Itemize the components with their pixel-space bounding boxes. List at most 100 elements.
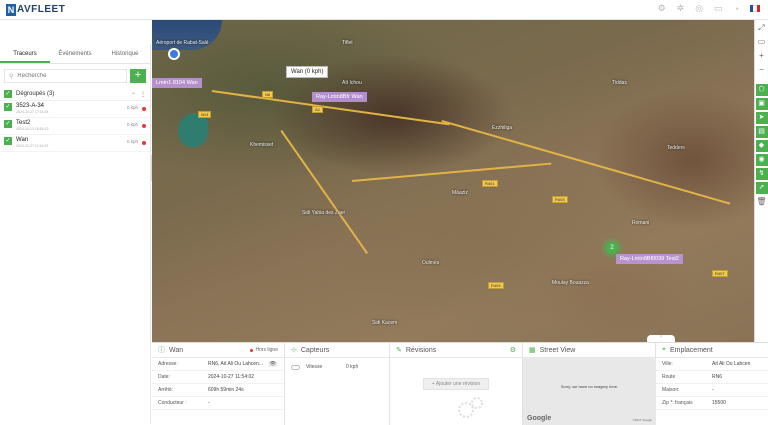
map-place-label: Aéroport de Rabat-Salé [156,40,209,46]
lake-area [178,113,208,147]
device-name: 3523-A-34 [16,103,45,109]
gear-icon[interactable]: ✲ [677,3,685,14]
detail-value: - [208,400,210,406]
sensor-row: Vitesse 0 kph [285,358,389,376]
collapse-icon[interactable]: − [131,91,135,98]
camera-icon[interactable]: ▣ [755,98,768,110]
device-speed: 0 kph [126,122,138,127]
device-speed: 0 kph [126,105,138,110]
poi-icon[interactable]: ◆ [755,140,768,152]
vehicle-marker-label[interactable]: Ray-Lmtn8Bfr Wan [312,92,367,102]
road-line [352,162,552,182]
street-view-image[interactable]: Sorry, we have no imagery here. Google ©… [523,358,656,425]
location-value: - [712,387,714,393]
device-row[interactable]: ✓ 3523-A-34 2024-10-27 17:01:24 0 kph [0,101,150,118]
top-bar: N AVFLEET ⚙ ✲ ◎ ▭ ◔ [0,0,768,20]
street-view-title: Street View [539,346,576,354]
map-place-label: Moulay Bouazza [552,280,589,286]
map-place-label: Sidi Kacem [372,320,398,326]
device-row[interactable]: ✓ Wan 2024-10-27 11:54:02 0 kph [0,135,150,152]
route-icon[interactable]: ↯ [755,168,768,180]
add-revision-button[interactable]: + Ajouter une révision [423,378,489,390]
location-key: Route [662,374,676,380]
location-panel-title: Emplacement [669,346,713,354]
sensor-icon: ⊹ [291,347,297,354]
add-tracker-button[interactable]: + [130,69,146,83]
offline-status-dot [142,124,146,128]
google-logo: Google [527,415,552,422]
bottom-panels: ⓘ Wan Hors ligne Adresse: RN6, Ait Ali O… [152,342,768,425]
map-place-label: Mâaziz [452,190,468,196]
share-icon[interactable]: ➚ [755,182,768,194]
device-name: Test2 [16,120,31,126]
offline-status-dot [142,107,146,111]
offline-status-dot [142,141,146,145]
account-icon[interactable]: ▭ [714,3,723,14]
tab-evenements[interactable]: Événements [50,44,100,63]
sensor-toggle[interactable] [291,364,300,370]
vehicle-marker-label[interactable]: Ray-Lmtn8Bf0099 Test2 [616,254,683,264]
layers-icon[interactable]: ▭ [756,36,768,48]
cluster-count: 2 [606,242,618,254]
copyright: ©2017 Google [632,418,652,422]
map-place-label: Oulmès [422,260,440,266]
device-checkbox[interactable]: ✓ [4,137,12,145]
settings-icon[interactable]: ⚙ [658,3,666,14]
delete-icon[interactable]: 🗑 [756,196,768,208]
vehicle-marker-label[interactable]: Lmtn1 8104 Wan [152,78,202,88]
settings-icon[interactable]: ⚙ [510,346,516,354]
tab-traceurs[interactable]: Traceurs [0,44,50,63]
logo-mark: N [6,3,16,16]
navigate-icon[interactable]: ➤ [755,112,768,124]
map-place-label: Sidi Yahia des Zaer [302,210,346,216]
group-label: Dégroupés (3) [16,91,55,97]
wrench-icon: ✎ [396,347,402,354]
map-place-label: Aït Ichou [342,80,362,86]
tab-historique[interactable]: Historique [100,44,150,63]
logo[interactable]: N AVFLEET [6,3,66,16]
offline-dot [250,348,254,352]
detail-row: Date: 2024-10-27 11:54:02 [152,371,284,384]
sensor-value: 0 kph [346,364,359,370]
logo-text: AVFLEET [17,4,66,15]
device-checkbox[interactable]: ✓ [4,120,12,128]
fullscreen-icon[interactable]: ⤢ [756,22,768,34]
language-flag-icon[interactable] [750,5,760,12]
more-icon[interactable]: ⋮ [140,91,146,98]
map-view[interactable]: Aéroport de Rabat-Salé Tiflet Khemisset … [152,20,754,342]
expand-panel-handle[interactable]: ⌃ [647,335,675,342]
search-input[interactable] [17,73,108,79]
vehicle-callout[interactable]: Wan (0 kph) [286,66,329,78]
location-icon[interactable]: ◉ [755,154,768,166]
detail-key: Conducteur : [158,400,187,406]
device-checkbox[interactable]: ✓ [4,103,12,111]
status-badge: Hors ligne [250,347,278,353]
location-value: Ait Ali Ou Lahcen [712,361,751,367]
location-value: 15500 [712,400,726,406]
sidebar: Traceurs Événements Historique ⚲ + ✓ Dég… [0,44,151,424]
zoom-in-icon[interactable]: + [756,50,768,62]
ruler-icon[interactable]: ▤ [755,126,768,138]
group-row[interactable]: ✓ Dégroupés (3) − ⋮ [0,88,150,101]
map-place-label: Ezzhiliga [492,125,513,131]
geofence-icon[interactable]: ⬡ [755,84,768,96]
revisions-panel: ✎ Révisions ⚙ + Ajouter une révision [390,343,523,425]
search-icon: ⚲ [9,73,14,80]
group-checkbox[interactable]: ✓ [4,90,12,98]
sensors-panel-title: Capteurs [300,346,330,354]
road-line [441,120,731,205]
device-time: 2024-10-27 17:01:24 [16,110,49,114]
help-icon[interactable]: ◎ [695,3,703,14]
street-view-message: Sorry, we have no imagery here. [560,384,619,389]
device-time: 2024-10-13 18:55:13 [16,127,49,131]
info-icon: ⓘ [158,347,165,354]
eye-icon[interactable]: 👁 [267,361,278,367]
notification-icon[interactable]: ◔ [734,4,739,14]
location-row: Ville: Ait Ali Ou Lahcen [656,358,768,371]
detail-key: Adresse: [158,361,178,367]
gears-icon [458,397,483,418]
map-toolbar: ⤢ ▭ + − ⬡ ▣ ➤ ▤ ◆ ◉ ↯ ➚ 🗑 [754,20,768,342]
zoom-out-icon[interactable]: − [756,64,768,76]
airport-marker-icon[interactable] [168,48,180,60]
device-row[interactable]: ✓ Test2 2024-10-13 18:55:13 0 kph [0,118,150,135]
